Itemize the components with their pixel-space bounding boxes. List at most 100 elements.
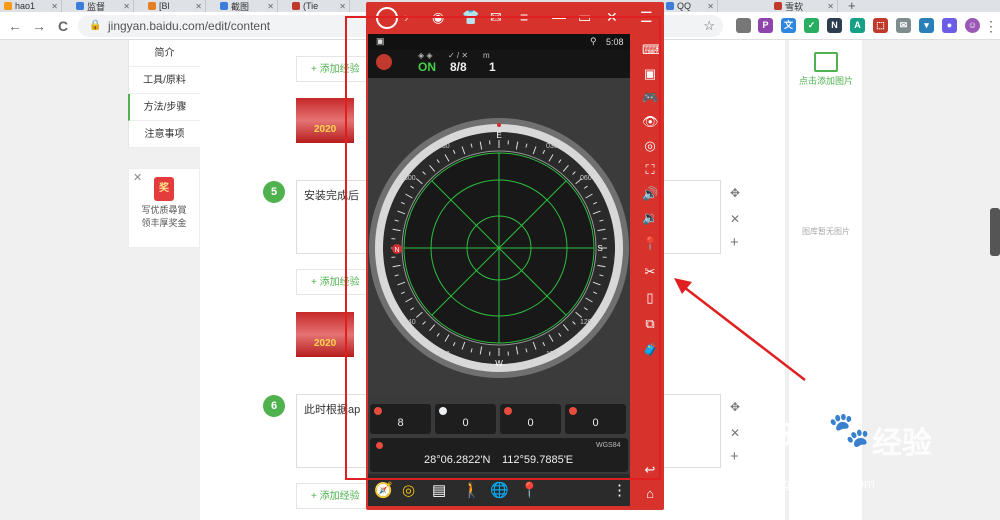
add-image-button[interactable]: 点击添加图片 — [789, 46, 863, 87]
record-icon[interactable]: ◎ — [642, 138, 658, 154]
browser-tab[interactable]: QQ ✕ — [662, 0, 718, 12]
add-icon[interactable]: + — [730, 234, 739, 251]
watermark-url: jingyan.baidu.com — [770, 476, 875, 491]
volume-up-icon[interactable]: 🔊 — [642, 186, 658, 202]
delete-icon[interactable]: ✕ — [730, 212, 740, 226]
chevron-right-icon[interactable]: › — [404, 9, 409, 25]
eye-icon[interactable]: 👁 — [642, 114, 659, 130]
message-icon[interactable]: ✉ — [490, 9, 502, 26]
satellite-count-cell: 8 — [370, 404, 431, 434]
settings-icon[interactable]: ≡ — [520, 9, 528, 25]
delete-icon[interactable]: ✕ — [730, 426, 740, 440]
floating-scroll-handle[interactable] — [990, 208, 1000, 256]
nav-item-steps[interactable]: 方法/步骤 — [128, 94, 200, 121]
browser-tab[interactable]: hao1 ✕ — [0, 0, 62, 12]
map-pin-icon[interactable]: 📍 — [520, 481, 539, 499]
compass-icon[interactable]: 🧭 — [374, 481, 393, 499]
step-image-thumbnail[interactable]: 2020 — [296, 312, 354, 357]
forward-button[interactable]: → — [30, 17, 48, 35]
back-button[interactable]: ← — [6, 17, 24, 35]
browser-tab[interactable]: 截图 ✕ — [216, 0, 278, 12]
location-status-icon: ⚲ — [590, 36, 597, 46]
tab-label: 监督 — [87, 1, 106, 12]
url-text: jingyan.baidu.com/edit/content — [108, 19, 271, 33]
skin-icon[interactable]: 👕 — [462, 9, 479, 26]
extension-icon[interactable]: ▾ — [919, 18, 934, 33]
meter-label: m — [483, 51, 490, 60]
reward-banner[interactable]: ✕ 奖 写优质尋賞 领丰厚奖金 — [128, 168, 200, 248]
close-tab-icon[interactable]: ✕ — [195, 2, 202, 11]
minimize-icon[interactable]: — — [552, 9, 566, 25]
move-icon[interactable]: ✥ — [730, 400, 740, 414]
close-icon[interactable]: ✕ — [133, 171, 142, 184]
multi-instance-icon[interactable]: ⧉ — [642, 316, 658, 332]
close-icon[interactable]: ✕ — [606, 9, 618, 26]
overflow-menu-icon[interactable]: ⋮ — [612, 481, 627, 499]
maximize-icon[interactable]: ▭ — [578, 9, 591, 26]
extension-icon[interactable]: ✓ — [804, 18, 819, 33]
satellite-count-cell: 0 — [435, 404, 496, 434]
volume-down-icon[interactable]: 🔉 — [642, 210, 658, 226]
gamepad-icon[interactable]: 🎮 — [642, 90, 658, 106]
extension-icon[interactable]: P — [758, 18, 773, 33]
close-tab-icon[interactable]: ✕ — [707, 2, 714, 11]
close-tab-icon[interactable]: ✕ — [51, 2, 58, 11]
nav-item-tools[interactable]: 工具/原料 — [128, 67, 200, 94]
move-icon[interactable]: ✥ — [730, 186, 740, 200]
satellite-count-value: 0 — [592, 417, 599, 429]
fullscreen-icon[interactable]: ⛶ — [642, 162, 658, 178]
tab-label: QQ — [677, 1, 692, 11]
location-pin-icon[interactable]: 📍 — [642, 236, 658, 252]
browser-tab[interactable]: 雪软 ✕ — [770, 0, 838, 12]
browser-tab[interactable]: (Tie ✕ — [288, 0, 350, 12]
satellite-count-row: 8 0 0 0 — [370, 404, 628, 434]
compass-view[interactable]: E S W N 030 060 120 150 210 240 300 330 — [368, 78, 630, 396]
scissors-icon[interactable]: ✂ — [642, 264, 658, 280]
extension-icon[interactable]: ● — [942, 18, 957, 33]
browser-tab[interactable]: [Bl ✕ — [144, 0, 206, 12]
menu-icon[interactable]: ☰ — [640, 9, 653, 26]
dashboard-icon[interactable]: ▤ — [432, 481, 446, 499]
nav-item-intro[interactable]: 简介 — [128, 40, 200, 67]
add-icon[interactable]: + — [730, 448, 739, 465]
apk-install-icon[interactable]: 🧳 — [642, 342, 658, 358]
extension-icon[interactable]: 文 — [781, 18, 796, 33]
globe-icon[interactable]: 🌐 — [490, 481, 509, 499]
clock-text: 5:08 — [606, 37, 624, 47]
gps-status-bar: ◈ ◈ ✓ / ✕ m ON 8/8 1 — [368, 50, 630, 78]
extension-icon[interactable] — [736, 18, 751, 33]
compass-degree-label: 300 — [404, 175, 416, 182]
step-image-thumbnail[interactable]: 2020 — [296, 98, 354, 143]
coordinates-panel[interactable]: WGS84 28°06.2822'N 112°59.7885'E — [370, 438, 628, 472]
browser-menu-icon[interactable]: ⋮ — [982, 17, 1000, 35]
close-tab-icon[interactable]: ✕ — [827, 2, 834, 11]
close-tab-icon[interactable]: ✕ — [123, 2, 130, 11]
nav-item-notes[interactable]: 注意事项 — [128, 121, 200, 148]
tab-favicon-icon — [148, 2, 156, 10]
keyboard-icon[interactable]: ⌨ — [642, 42, 661, 58]
home-icon[interactable]: ⌂ — [642, 486, 658, 501]
gps-state-text: ON — [418, 60, 436, 74]
tab-favicon-icon — [292, 2, 300, 10]
extension-icon[interactable]: A — [850, 18, 865, 33]
back-icon[interactable]: ↩ — [642, 462, 658, 478]
extension-icon[interactable]: ⬚ — [873, 18, 888, 33]
position-dot-icon — [376, 442, 383, 449]
rotate-icon[interactable]: ▯ — [642, 290, 658, 306]
extension-icon[interactable]: ✉ — [896, 18, 911, 33]
profile-avatar-icon[interactable]: ☺ — [965, 18, 980, 33]
extension-icon[interactable]: N — [827, 18, 842, 33]
multi-window-icon[interactable]: ▣ — [642, 66, 658, 82]
walk-icon[interactable]: 🚶 — [462, 481, 481, 499]
bookmark-star-icon[interactable]: ☆ — [703, 15, 715, 37]
browser-tab[interactable]: 监督 ✕ — [72, 0, 134, 12]
close-tab-icon[interactable]: ✕ — [267, 2, 274, 11]
android-status-bar: ▣ ⚲ 5:08 — [368, 34, 630, 50]
emulator-logo-icon[interactable] — [376, 7, 398, 29]
app-notification-icon: ▣ — [376, 36, 385, 46]
radar-icon[interactable]: ◎ — [402, 481, 415, 499]
user-center-icon[interactable]: ◉ — [432, 9, 444, 26]
close-tab-icon[interactable]: ✕ — [339, 2, 346, 11]
compass-degree-label: 030 — [546, 143, 558, 150]
reload-button[interactable]: C — [54, 17, 72, 35]
